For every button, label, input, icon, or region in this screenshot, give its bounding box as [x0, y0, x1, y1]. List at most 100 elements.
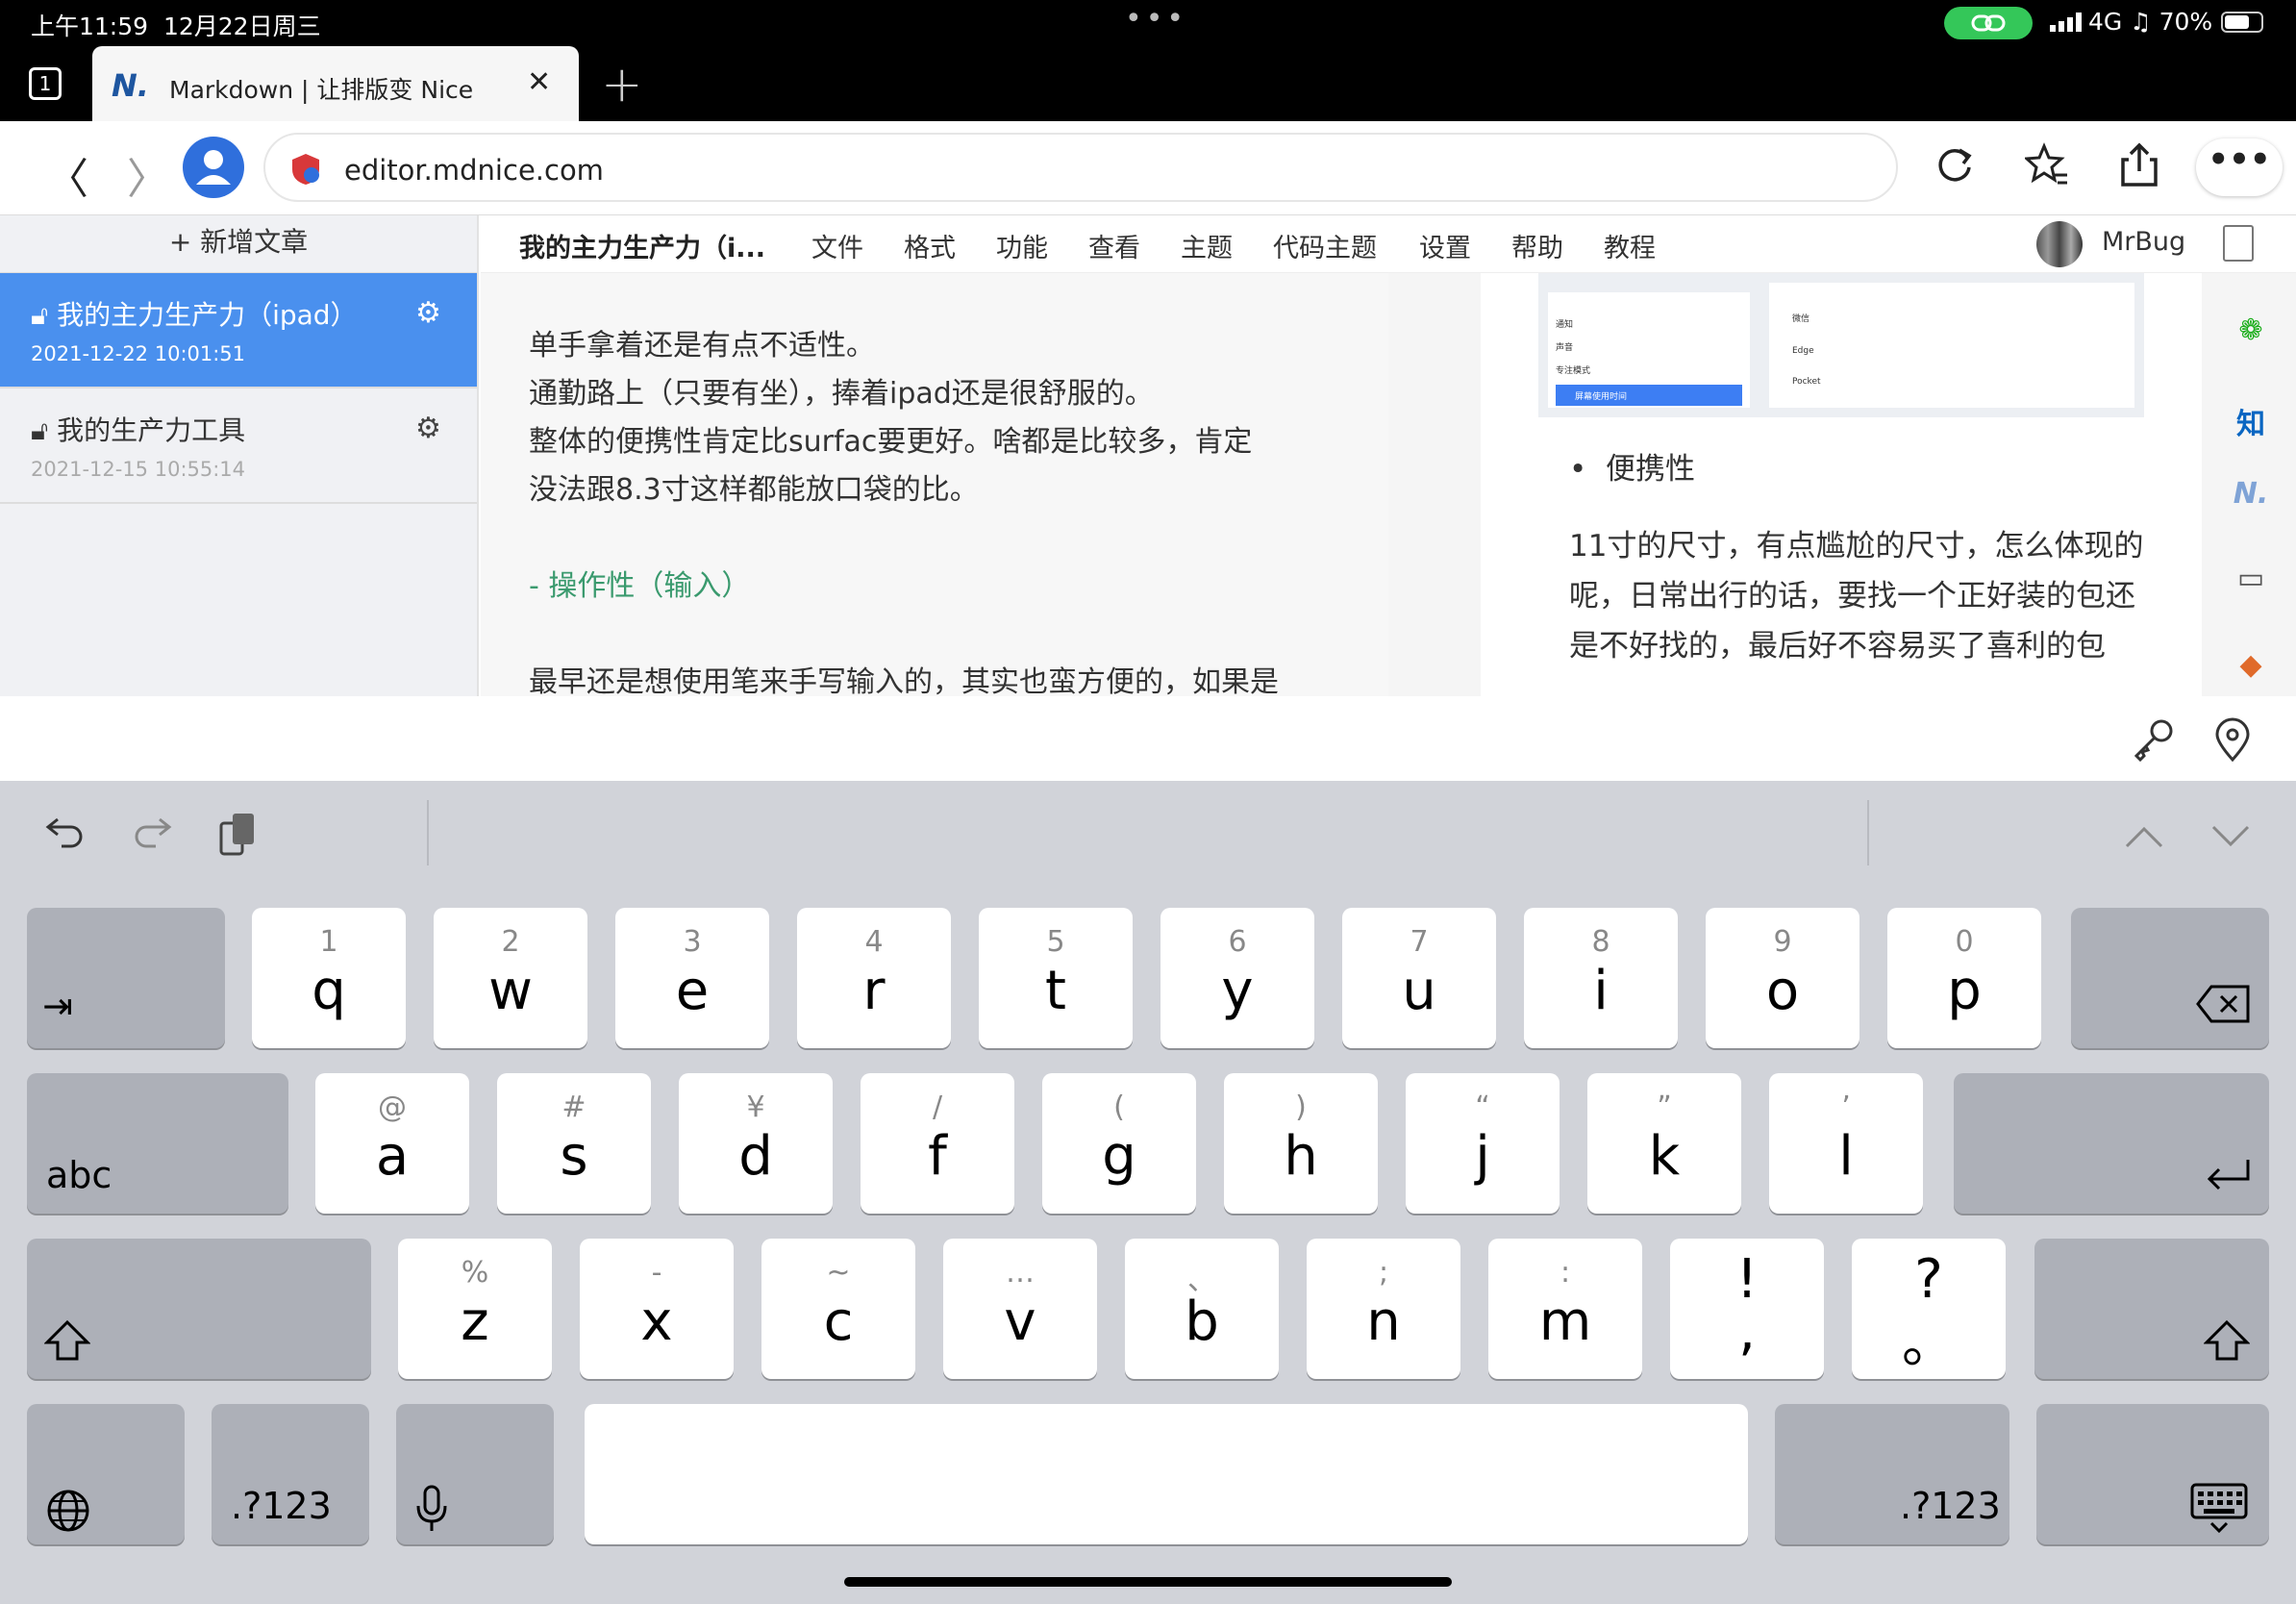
numbers-key-left[interactable]: .?123	[212, 1404, 369, 1544]
screenshot-settings-list: 通知 声音 专注模式 屏幕使用时间	[1548, 292, 1750, 408]
menu-function[interactable]: 功能	[996, 227, 1048, 264]
article-item[interactable]: 🔓︎ 我的主力生产力（ipad） 2021-12-22 10:01:51 ⚙	[0, 273, 477, 388]
zhihu-icon[interactable]: 知	[2206, 400, 2296, 442]
menu-theme[interactable]: 主题	[1181, 227, 1233, 264]
redo-icon[interactable]	[131, 810, 173, 852]
multitasking-dots-icon[interactable]: •••	[1125, 2, 1187, 36]
home-indicator[interactable]	[844, 1577, 1452, 1587]
profile-avatar[interactable]	[183, 137, 244, 198]
article-title: 🔓︎ 我的生产力工具	[31, 414, 246, 446]
url-field[interactable]: editor.mdnice.com	[263, 133, 1898, 202]
menu-file[interactable]: 文件	[811, 227, 863, 264]
key-l[interactable]: ’ l	[1769, 1073, 1923, 1214]
key-v[interactable]: … v	[943, 1239, 1097, 1379]
mdnice-icon[interactable]: N.	[2206, 477, 2296, 511]
screenshot-item: 通知	[1556, 320, 1574, 330]
key-j[interactable]: “j	[1406, 1073, 1560, 1214]
space-key[interactable]	[585, 1404, 1748, 1544]
gear-icon[interactable]: ⚙	[415, 412, 441, 445]
share-icon[interactable]	[2119, 142, 2159, 188]
key-z[interactable]: % z	[398, 1239, 552, 1379]
tab-count-button[interactable]: 1	[29, 67, 62, 100]
screen: 上午11:59 12月22日周三 ••• 4G ♫ 70% 1 N. Markd…	[0, 0, 2296, 1604]
back-icon[interactable]: 〈	[46, 144, 88, 206]
favorites-icon[interactable]	[2025, 142, 2069, 187]
key-p[interactable]: 0p	[1887, 908, 2041, 1048]
globe-key[interactable]	[27, 1404, 185, 1544]
key-period[interactable]: ?。	[1852, 1239, 2006, 1379]
key-i[interactable]: 8i	[1524, 908, 1678, 1048]
key-w[interactable]: 2w	[434, 908, 587, 1048]
article-item[interactable]: 🔓︎ 我的生产力工具 2021-12-15 10:55:14 ⚙	[0, 388, 477, 504]
key-x[interactable]: -x	[580, 1239, 734, 1379]
key-g[interactable]: (g	[1042, 1073, 1196, 1214]
tab-key[interactable]: ⇥	[27, 908, 225, 1048]
preview-card: 通知 声音 专注模式 屏幕使用时间 微信 Edge Pocket • 便携性 1…	[1481, 273, 2202, 696]
shift-key-left[interactable]	[27, 1239, 371, 1379]
dismiss-keyboard-key[interactable]	[2036, 1404, 2269, 1544]
browser-tab[interactable]: N. Markdown | 让排版变 Nice ✕	[92, 46, 579, 121]
new-tab-icon[interactable]: +	[601, 56, 643, 113]
article-date: 2021-12-22 10:01:51	[31, 342, 246, 365]
menu-tutorial[interactable]: 教程	[1604, 227, 1656, 264]
key-b[interactable]: 、 b	[1125, 1239, 1279, 1379]
app-icon[interactable]: ◆	[2206, 648, 2296, 682]
editor-line: 通勤路上（只要有坐），捧着ipad还是很舒服的。	[529, 377, 1154, 411]
embedded-screenshot: 通知 声音 专注模式 屏幕使用时间 微信 Edge Pocket	[1538, 273, 2144, 417]
chevron-up-icon[interactable]	[2123, 823, 2165, 850]
new-article-button[interactable]: + 新增文章	[0, 215, 477, 273]
lock-icon: 🔓︎	[31, 414, 49, 446]
close-tab-icon[interactable]: ✕	[527, 65, 551, 99]
key-e[interactable]: 3e	[615, 908, 769, 1048]
key-a[interactable]: @ a	[315, 1073, 469, 1214]
numbers-key-right[interactable]: .?123	[1775, 1404, 2009, 1544]
key-u[interactable]: 7u	[1342, 908, 1496, 1048]
abc-key[interactable]: abc	[27, 1073, 288, 1214]
menu-format[interactable]: 格式	[904, 227, 956, 264]
screenshot-highlight: 屏幕使用时间	[1556, 385, 1742, 406]
chevron-down-icon[interactable]	[2209, 823, 2252, 850]
preview-pane: 通知 声音 专注模式 屏幕使用时间 微信 Edge Pocket • 便携性 1…	[1388, 273, 2296, 696]
key-o[interactable]: 9o	[1706, 908, 1859, 1048]
key-n[interactable]: ; n	[1307, 1239, 1460, 1379]
key-r[interactable]: 4r	[797, 908, 951, 1048]
document-icon[interactable]	[2223, 225, 2254, 262]
reload-icon[interactable]	[1934, 142, 1975, 187]
user-avatar[interactable]	[2036, 221, 2083, 267]
wechat-icon[interactable]: ❁	[2206, 313, 2296, 347]
key-icon[interactable]	[2133, 717, 2177, 762]
return-key[interactable]	[1954, 1073, 2269, 1214]
hotspot-pill[interactable]	[1944, 7, 2033, 39]
article-date: 2021-12-15 10:55:14	[31, 458, 246, 481]
location-pin-icon[interactable]	[2213, 717, 2252, 762]
user-name[interactable]: MrBug	[2102, 227, 2185, 257]
menu-code-theme[interactable]: 代码主题	[1273, 227, 1377, 264]
monitor-icon[interactable]: ▭	[2206, 562, 2296, 595]
menu-help[interactable]: 帮助	[1511, 227, 1563, 264]
gear-icon[interactable]: ⚙	[415, 296, 441, 330]
key-t[interactable]: 5t	[979, 908, 1133, 1048]
forward-icon[interactable]: 〉	[127, 144, 169, 206]
key-m[interactable]: :m	[1488, 1239, 1642, 1379]
delete-key[interactable]	[2071, 908, 2269, 1048]
menu-settings[interactable]: 设置	[1419, 227, 1471, 264]
key-k[interactable]: ” k	[1587, 1073, 1741, 1214]
key-f[interactable]: / f	[861, 1073, 1014, 1214]
key-c[interactable]: ~ c	[761, 1239, 915, 1379]
shift-key-right[interactable]	[2034, 1239, 2269, 1379]
key-s[interactable]: # s	[497, 1073, 651, 1214]
markdown-editor[interactable]: 单手拿着还是有点不适性。 通勤路上（只要有坐），捧着ipad还是很舒服的。 整体…	[481, 273, 1388, 696]
key-comma[interactable]: !,	[1670, 1239, 1824, 1379]
key-d[interactable]: ¥ d	[679, 1073, 833, 1214]
more-options-icon[interactable]: •••	[2196, 138, 2283, 196]
preview-bullet: • 便携性	[1569, 452, 1695, 487]
paste-icon[interactable]	[217, 810, 260, 858]
key-h[interactable]: ) h	[1224, 1073, 1378, 1214]
dictation-key[interactable]	[396, 1404, 554, 1544]
undo-icon[interactable]	[44, 810, 87, 852]
key-q[interactable]: 1q	[252, 908, 406, 1048]
lock-icon: 🔓︎	[31, 299, 49, 331]
preview-paragraph-line: 呢，日常出行的话，要找一个正好装的包还	[1569, 579, 2135, 614]
key-y[interactable]: 6y	[1160, 908, 1314, 1048]
menu-view[interactable]: 查看	[1088, 227, 1140, 264]
